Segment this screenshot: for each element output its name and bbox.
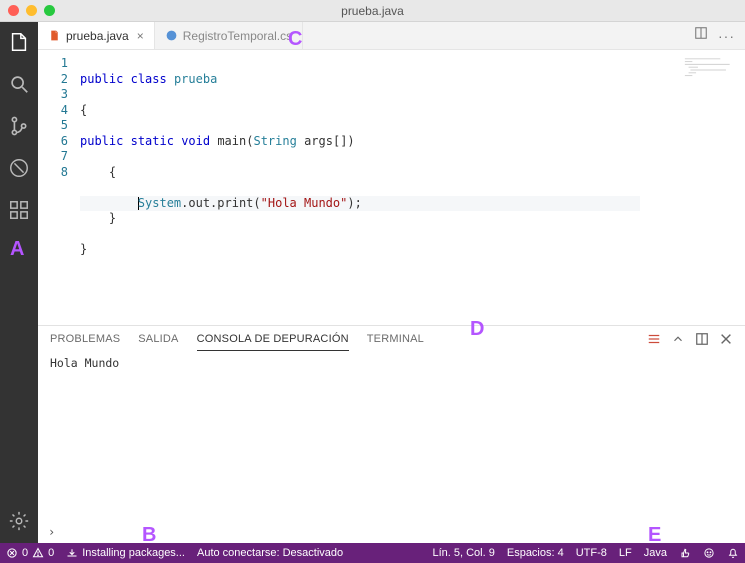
more-actions-icon[interactable]: ··· xyxy=(718,28,735,44)
maximize-panel-icon[interactable] xyxy=(695,332,709,346)
status-errors-warnings[interactable]: 0 0 xyxy=(6,547,54,559)
tab-label: prueba.java xyxy=(66,29,129,43)
source-control-icon[interactable] xyxy=(7,114,31,138)
minimap[interactable] xyxy=(683,56,739,84)
status-installing-packages[interactable]: Installing packages... xyxy=(66,547,185,559)
activity-bar xyxy=(0,22,38,543)
settings-gear-icon[interactable] xyxy=(7,509,31,533)
editor-actions: ··· xyxy=(694,22,745,49)
tab-registrotemporal-cs[interactable]: RegistroTemporal.cs xyxy=(155,22,303,49)
code-editor[interactable]: 1 2 3 4 5 6 7 8 public class prueba { pu… xyxy=(38,50,745,325)
status-bell-icon[interactable] xyxy=(727,547,739,559)
console-prompt[interactable]: › xyxy=(48,525,55,539)
bottom-panel: PROBLEMAS SALIDA CONSOLA DE DEPURACIÓN T… xyxy=(38,325,745,543)
tab-close-icon[interactable]: × xyxy=(137,29,144,43)
tab-label: RegistroTemporal.cs xyxy=(183,29,292,43)
status-bar: 0 0 Installing packages... Auto conectar… xyxy=(0,543,745,563)
search-icon[interactable] xyxy=(7,72,31,96)
main-area: prueba.java × RegistroTemporal.cs ··· 1 … xyxy=(0,22,745,543)
panel-actions xyxy=(647,332,733,346)
explorer-icon[interactable] xyxy=(7,30,31,54)
panel-tabs: PROBLEMAS SALIDA CONSOLA DE DEPURACIÓN T… xyxy=(38,326,745,352)
panel-tab-terminal[interactable]: TERMINAL xyxy=(367,328,424,350)
collapse-panel-icon[interactable] xyxy=(671,332,685,346)
clear-console-icon[interactable] xyxy=(647,332,661,346)
panel-tab-problemas[interactable]: PROBLEMAS xyxy=(50,328,120,350)
java-file-icon xyxy=(48,29,61,42)
titlebar: prueba.java xyxy=(0,0,745,22)
extensions-icon[interactable] xyxy=(7,198,31,222)
panel-tab-consola[interactable]: CONSOLA DE DEPURACIÓN xyxy=(197,328,349,350)
status-thumbs-up-icon[interactable] xyxy=(679,547,691,559)
status-encoding[interactable]: UTF-8 xyxy=(576,547,607,559)
editor-column: prueba.java × RegistroTemporal.cs ··· 1 … xyxy=(38,22,745,543)
tab-prueba-java[interactable]: prueba.java × xyxy=(38,22,155,49)
cs-file-icon xyxy=(165,29,178,42)
status-language[interactable]: Java xyxy=(644,547,667,559)
line-numbers: 1 2 3 4 5 6 7 8 xyxy=(38,50,76,325)
editor-tabs: prueba.java × RegistroTemporal.cs ··· xyxy=(38,22,745,50)
status-line-col[interactable]: Lín. 5, Col. 9 xyxy=(432,547,494,559)
close-panel-icon[interactable] xyxy=(719,332,733,346)
status-autoconnect[interactable]: Auto conectarse: Desactivado xyxy=(197,547,343,559)
debug-icon[interactable] xyxy=(7,156,31,180)
console-line: Hola Mundo xyxy=(50,356,733,370)
split-editor-icon[interactable] xyxy=(694,26,708,45)
status-spaces[interactable]: Espacios: 4 xyxy=(507,547,564,559)
status-eol[interactable]: LF xyxy=(619,547,632,559)
status-feedback-icon[interactable] xyxy=(703,547,715,559)
window-title: prueba.java xyxy=(0,4,745,18)
code-body[interactable]: public class prueba { public static void… xyxy=(76,50,745,325)
debug-console-output[interactable]: Hola Mundo › xyxy=(38,352,745,543)
panel-tab-salida[interactable]: SALIDA xyxy=(138,328,178,350)
